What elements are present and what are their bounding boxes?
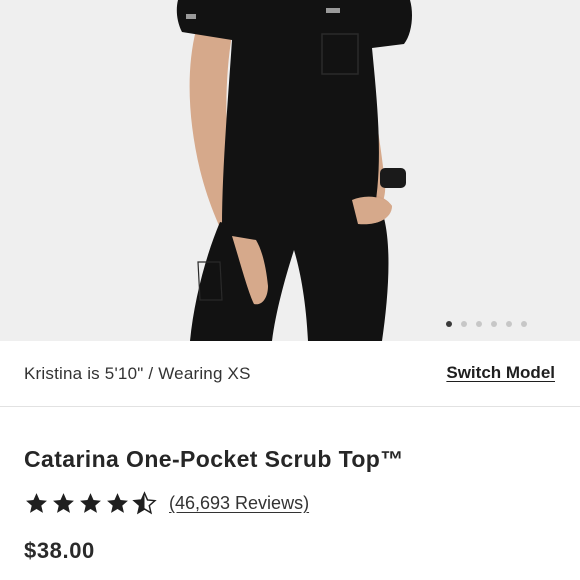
carousel-dot[interactable] <box>521 321 527 327</box>
product-price: $38.00 <box>24 538 95 563</box>
product-photo <box>176 0 412 341</box>
model-info-bar: Kristina is 5'10" / Wearing XS Switch Mo… <box>0 341 580 407</box>
model-info-text: Kristina is 5'10" / Wearing XS <box>24 364 251 383</box>
product-rating: (46,693 Reviews) <box>24 491 309 516</box>
half-star-icon <box>132 491 157 515</box>
star-icon <box>26 493 47 513</box>
product-image-gallery[interactable] <box>0 0 580 341</box>
product-title: Catarina One-Pocket Scrub Top™ <box>24 446 404 472</box>
rating-stars <box>24 491 157 516</box>
star-icon <box>80 493 101 513</box>
carousel-dot[interactable] <box>461 321 467 327</box>
carousel-dot[interactable] <box>506 321 512 327</box>
carousel-dot[interactable] <box>491 321 497 327</box>
switch-model-link[interactable]: Switch Model <box>446 363 555 383</box>
carousel-indicators[interactable] <box>446 321 527 327</box>
star-icon <box>107 493 128 513</box>
star-icon <box>53 493 74 513</box>
reviews-link[interactable]: (46,693 Reviews) <box>169 493 309 514</box>
carousel-dot[interactable] <box>476 321 482 327</box>
carousel-dot[interactable] <box>446 321 452 327</box>
